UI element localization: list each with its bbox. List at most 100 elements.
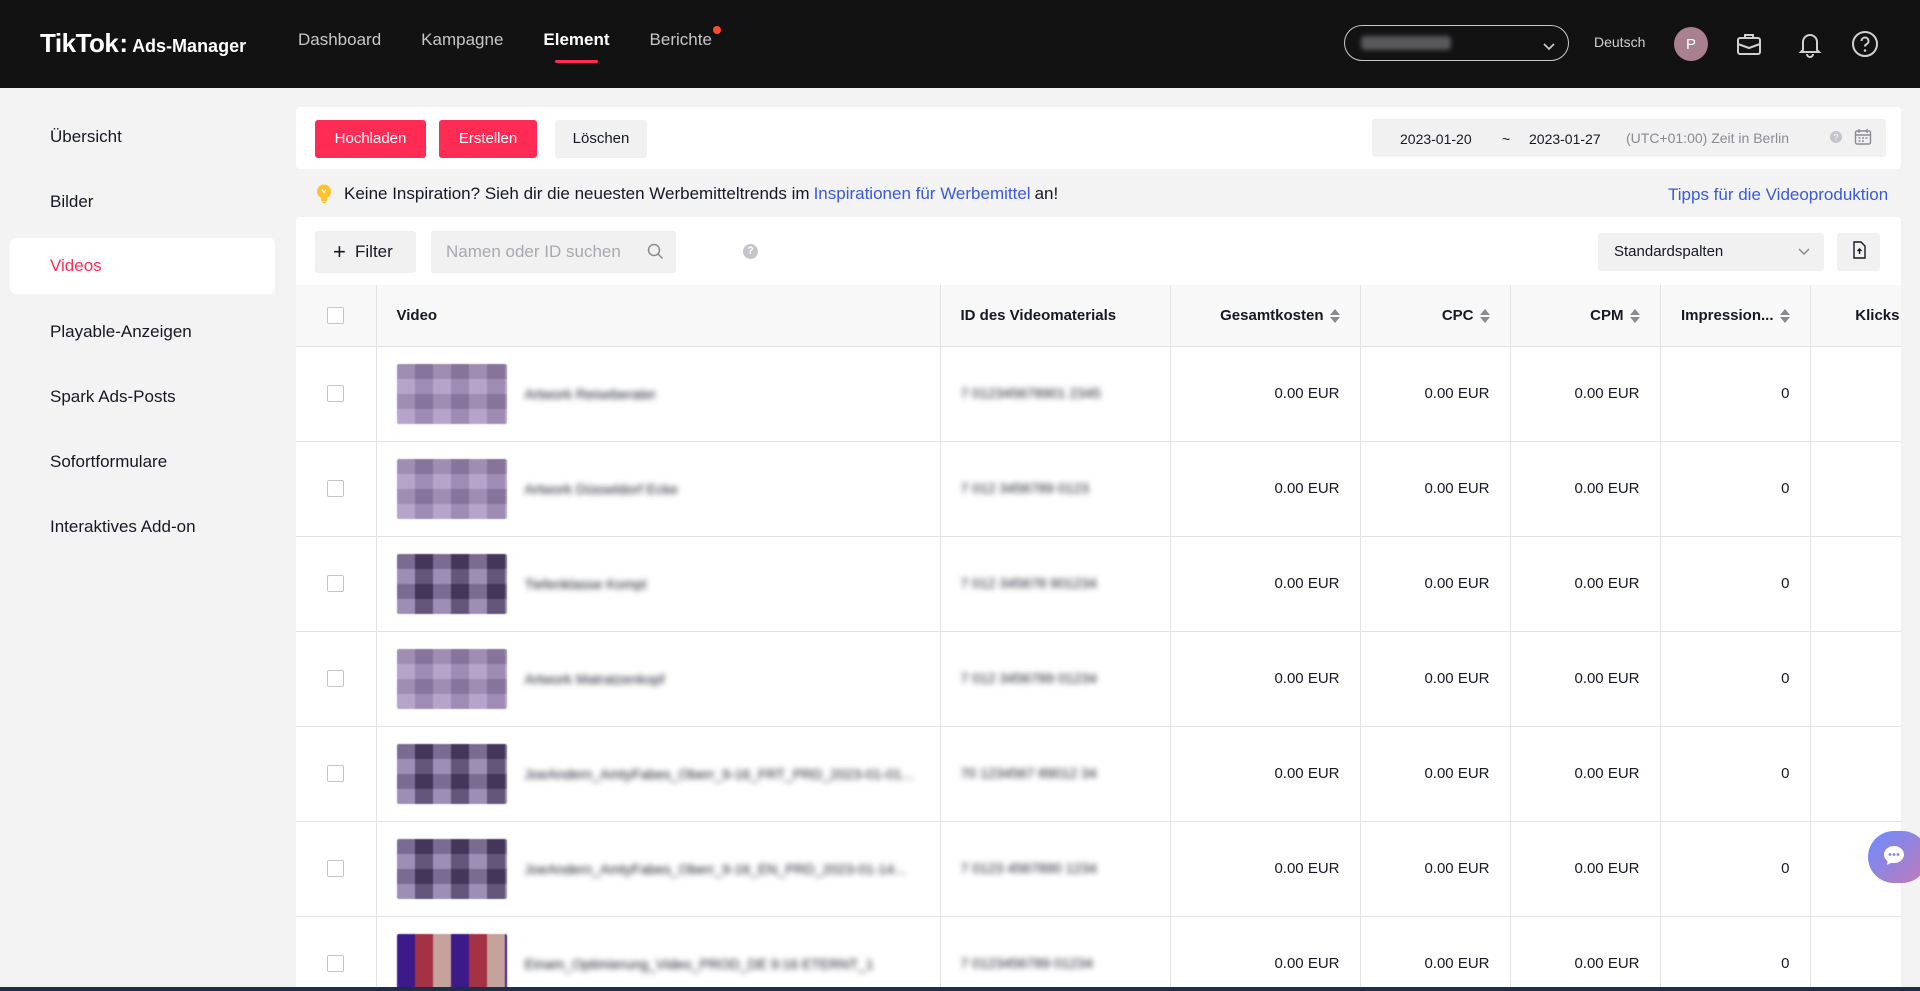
video-name[interactable]: Einam_Optimierung_Video_PROD_DE 9:16 ETE…	[525, 956, 874, 972]
cpc-cell: 0.00 EUR	[1360, 346, 1511, 442]
sidebar-item-videos[interactable]: Videos	[10, 238, 275, 294]
row-checkbox[interactable]	[327, 955, 345, 973]
table-row[interactable]: Einam_Optimierung_Video_PROD_DE 9:16 ETE…	[296, 916, 1901, 991]
briefcase-icon[interactable]	[1733, 28, 1765, 60]
search-help-icon[interactable]: ?	[743, 244, 758, 259]
table-row[interactable]: JoeAndern_AmtyFabes_Oberr_9-16_EN_PRD_20…	[296, 821, 1901, 917]
cpc-cell: 0.00 EUR	[1360, 821, 1511, 917]
sort-icon[interactable]	[1329, 308, 1340, 324]
row-checkbox[interactable]	[327, 765, 345, 783]
row-checkbox[interactable]	[327, 860, 345, 878]
chat-support-button[interactable]	[1868, 831, 1920, 883]
notification-dot	[712, 26, 721, 34]
top-bar: TikTok : Ads-Manager Dashboard Kampagne …	[0, 0, 1920, 88]
select-all-checkbox[interactable]	[327, 307, 345, 325]
clicks-cell: 0	[1810, 536, 1901, 632]
video-thumbnail[interactable]	[396, 838, 507, 899]
video-thumbnail[interactable]	[396, 363, 507, 424]
cpm-cell: 0.00 EUR	[1510, 916, 1661, 991]
sidebar-item-interactive-addon[interactable]: Interaktives Add-on	[10, 499, 275, 555]
avatar[interactable]: P	[1674, 27, 1708, 61]
table-row[interactable]: Artwork Matratzenkopf 7 012 3456789 0123…	[296, 631, 1901, 727]
row-select-cell	[296, 631, 377, 727]
sidebar-item-spark-ads[interactable]: Spark Ads-Posts	[10, 369, 275, 425]
total-cost-cell: 0.00 EUR	[1170, 916, 1361, 991]
col-header-cpm[interactable]: CPM	[1510, 285, 1661, 347]
table-row[interactable]: JoeAndern_AmtyFabes_Oberr_9-16_FRT_PRD_2…	[296, 726, 1901, 822]
tiktok-ads-manager-logo[interactable]: TikTok : Ads-Manager	[40, 28, 246, 59]
timezone-info-icon[interactable]: ?	[1829, 130, 1843, 147]
sidebar-item-images[interactable]: Bilder	[10, 174, 275, 230]
col-header-label: Klicks	[1855, 306, 1900, 324]
columns-select[interactable]: Standardspalten	[1598, 233, 1824, 271]
impressions-cell: 0	[1660, 441, 1811, 537]
cpc-cell: 0.00 EUR	[1360, 536, 1511, 632]
account-name-redacted	[1361, 36, 1451, 50]
row-checkbox[interactable]	[327, 480, 345, 498]
table-row[interactable]: Artwork Reiseberater 7 012345678901 2345…	[296, 346, 1901, 442]
upload-button[interactable]: Hochladen	[315, 120, 426, 158]
delete-button[interactable]: Löschen	[555, 120, 647, 158]
help-icon[interactable]	[1849, 28, 1881, 60]
row-checkbox[interactable]	[327, 385, 345, 403]
sidebar-item-playable-ads[interactable]: Playable-Anzeigen	[10, 304, 275, 360]
col-header-total-cost[interactable]: Gesamtkosten	[1170, 285, 1361, 347]
col-header-clicks[interactable]: Klicks	[1810, 285, 1901, 347]
impressions-cell: 0	[1660, 916, 1811, 991]
video-name[interactable]: Tiefenklasse Kompl	[525, 576, 647, 592]
video-name[interactable]: Artwork Matratzenkopf	[525, 671, 665, 687]
sidebar-item-instant-forms[interactable]: Sofortformulare	[10, 434, 275, 490]
sort-icon[interactable]	[1629, 308, 1640, 324]
create-button[interactable]: Erstellen	[439, 120, 537, 158]
row-select-cell	[296, 441, 377, 537]
total-cost-cell: 0.00 EUR	[1170, 821, 1361, 917]
language-selector[interactable]: Deutsch	[1594, 34, 1645, 50]
export-button[interactable]	[1837, 233, 1880, 271]
search-box	[431, 231, 676, 273]
search-input[interactable]	[431, 231, 641, 273]
nav-kampagne[interactable]: Kampagne	[421, 30, 503, 50]
video-name[interactable]: JoeAndern_AmtyFabes_Oberr_9-16_EN_PRD_20…	[525, 861, 906, 877]
nav-element[interactable]: Element	[543, 30, 610, 63]
video-tips-link[interactable]: Tipps für die Videoproduktion	[1668, 185, 1888, 205]
sort-icon[interactable]	[1479, 308, 1490, 324]
col-header-label: CPC	[1441, 306, 1474, 324]
video-thumbnail[interactable]	[396, 553, 507, 614]
sidebar-item-label: Playable-Anzeigen	[50, 322, 192, 341]
nav-berichte[interactable]: Berichte	[649, 26, 721, 50]
date-separator: ~	[1502, 131, 1511, 147]
date-range-picker[interactable]: 2023-01-20 ~ 2023-01-27 (UTC+01:00) Zeit…	[1372, 119, 1886, 157]
col-header-impressions[interactable]: Impression...	[1660, 285, 1811, 347]
window-bottom-edge	[0, 987, 1920, 991]
video-thumbnail[interactable]	[396, 648, 507, 709]
row-checkbox[interactable]	[327, 670, 345, 688]
video-cell: Einam_Optimierung_Video_PROD_DE 9:16 ETE…	[376, 916, 941, 991]
select-all-cell	[296, 285, 377, 347]
search-icon[interactable]	[647, 243, 664, 265]
video-id: 70 1234567 89012 34	[960, 765, 1097, 781]
bell-icon[interactable]	[1794, 28, 1826, 60]
video-thumbnail[interactable]	[396, 933, 507, 991]
filter-button[interactable]: + Filter	[315, 231, 416, 273]
table-row[interactable]: Tiefenklasse Kompl 7 012 345678 901234 0…	[296, 536, 1901, 632]
sort-icon[interactable]	[1779, 308, 1790, 324]
calendar-icon[interactable]	[1854, 128, 1872, 149]
table-row[interactable]: Artwork Düsseldorf Ecke 7 012 3456789 01…	[296, 441, 1901, 537]
nav-label: Berichte	[649, 30, 712, 49]
row-select-cell	[296, 346, 377, 442]
inspiration-link[interactable]: Inspirationen für Werbemittel	[814, 184, 1031, 204]
col-header-id: ID des Videomaterials	[940, 285, 1171, 347]
video-id-cell: 7 012345678901 2345	[940, 346, 1171, 442]
video-name[interactable]: Artwork Reiseberater	[525, 386, 657, 402]
clicks-cell: 0	[1810, 726, 1901, 822]
video-name[interactable]: JoeAndern_AmtyFabes_Oberr_9-16_FRT_PRD_2…	[525, 766, 914, 782]
sidebar-item-overview[interactable]: Übersicht	[10, 109, 275, 165]
nav-dashboard[interactable]: Dashboard	[298, 30, 381, 50]
account-select[interactable]	[1344, 25, 1569, 61]
video-name[interactable]: Artwork Düsseldorf Ecke	[525, 481, 678, 497]
chevron-down-icon	[1798, 233, 1810, 271]
row-checkbox[interactable]	[327, 575, 345, 593]
video-thumbnail[interactable]	[396, 458, 507, 519]
video-thumbnail[interactable]	[396, 743, 507, 804]
col-header-cpc[interactable]: CPC	[1360, 285, 1511, 347]
